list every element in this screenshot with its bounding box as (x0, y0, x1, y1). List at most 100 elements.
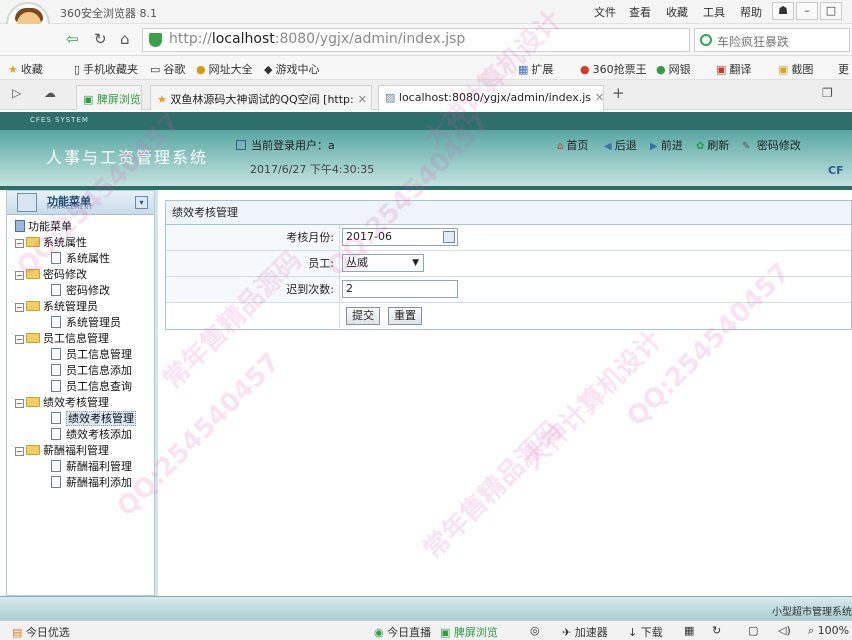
menu-help[interactable]: 帮助 (740, 4, 762, 20)
menu-tools[interactable]: 工具 (703, 4, 725, 20)
page-icon (51, 476, 61, 488)
tree-item-admin[interactable]: 系统管理员 (51, 315, 121, 331)
edit-icon: ✎ (742, 141, 751, 152)
status-today-picks[interactable]: ▤ 今日优选 (12, 624, 70, 640)
tab-localhost[interactable]: ▨ localhost:8080/ygjx/admin/index.js ✕ (378, 85, 604, 111)
folder-icon (26, 269, 40, 279)
status-split[interactable]: ▣ 脾屏浏览 (440, 624, 498, 640)
grid-icon[interactable]: ▦ (684, 624, 694, 637)
tree-item-salary-manage[interactable]: 薪酬福利管理 (51, 459, 132, 475)
tree-item-salary-add[interactable]: 薪酬福利添加 (51, 475, 132, 491)
sidebar-header: 功能菜单 MANAGEMENT ▾ (7, 191, 154, 215)
browser-titlebar: 360安全浏览器 8.1 文件 查看 收藏 工具 帮助 ☗ – □ (0, 0, 852, 24)
ticket-button[interactable]: ● 360抢票王 (580, 61, 647, 77)
tree-item-employee-manage[interactable]: 员工信息管理 (51, 347, 132, 363)
status-live[interactable]: ◉ 今日直播 (374, 624, 431, 640)
menu-logo-icon (17, 193, 37, 212)
current-user: 当前登录用户：a (236, 137, 335, 153)
form-row-buttons: 提交 重置 (166, 303, 851, 329)
window-icon[interactable]: ▢ (748, 624, 758, 637)
status-download[interactable]: ↓ 下载 (628, 624, 663, 640)
page-icon (51, 252, 61, 264)
late-count-input[interactable]: 2 (342, 280, 458, 298)
app-header: CFES SYSTEM 人事与工资管理系统 当前登录用户：a 2017/6/27… (0, 112, 852, 190)
restore-tabs-icon[interactable]: ❐ (822, 86, 833, 100)
nav-forward[interactable]: ▶ 前进 (650, 137, 683, 153)
tree-item-performance-add[interactable]: 绩效考核添加 (51, 427, 132, 443)
back-icon: ◀ (604, 141, 612, 152)
close-icon[interactable]: ✕ (358, 93, 367, 106)
menu-file[interactable]: 文件 (594, 4, 616, 20)
app-frame: CFES SYSTEM 人事与工资管理系统 当前登录用户：a 2017/6/27… (0, 112, 852, 620)
fav-games[interactable]: ◆ 游戏中心 (264, 61, 319, 77)
close-icon[interactable]: ✕ (595, 91, 603, 104)
tab-qq-zone[interactable]: ★ 双鱼林源码大神调试的QQ空间 [http: ✕ (150, 85, 372, 110)
page-icon (51, 380, 61, 392)
nav-refresh[interactable]: ✿ 刷新 (696, 137, 729, 153)
reset-button[interactable]: 重置 (388, 307, 422, 325)
globe-icon[interactable]: ◎ (530, 624, 540, 637)
calendar-icon[interactable] (443, 231, 455, 243)
tree-item-employee-query[interactable]: 员工信息查询 (51, 379, 132, 395)
back-arrow-icon[interactable]: ⇦ (66, 30, 79, 48)
folder-icon (26, 237, 40, 247)
fav-mobile[interactable]: ▯ 手机收藏夹 (74, 61, 138, 77)
more-button[interactable]: 更 (838, 61, 849, 77)
zoom-level[interactable]: ⌕ 100% (808, 624, 849, 638)
fav-sites[interactable]: ● 网址大全 (196, 61, 253, 77)
nav-home[interactable]: ⌂ 首页 (557, 137, 588, 153)
translate-button[interactable]: ▣ 翻译 (716, 61, 751, 77)
month-label: 考核月份: (166, 225, 340, 250)
refresh-icon[interactable]: ↻ (94, 30, 107, 48)
ext-button[interactable]: ▦ 扩展 (518, 61, 553, 77)
tree-group-admin[interactable]: − 系统管理员 (15, 299, 98, 315)
address-toolbar: ⇦ ↻ ⌂ http://localhost:8080/ygjx/admin/i… (0, 24, 852, 56)
form-row-employee: 员工: 丛威 ▼ (166, 251, 851, 277)
tree-item-employee-add[interactable]: 员工信息添加 (51, 363, 132, 379)
tree-item-password[interactable]: 密码修改 (51, 283, 110, 299)
search-input[interactable]: 车险疯狂暴跌 (694, 28, 850, 52)
browser-title: 360安全浏览器 8.1 (60, 7, 157, 20)
tree-group-employee[interactable]: − 员工信息管理 (15, 331, 109, 347)
tree-item-system-properties[interactable]: 系统属性 (51, 251, 110, 267)
fav-collect[interactable]: ★ 收藏 (8, 61, 43, 77)
menu-view[interactable]: 查看 (629, 4, 651, 20)
menu-favorites[interactable]: 收藏 (666, 4, 688, 20)
nav-back[interactable]: ◀ 后退 (604, 137, 637, 153)
nav-password[interactable]: ✎ 密码修改 (742, 137, 801, 153)
tree-item-performance-manage[interactable]: 绩效考核管理 (51, 411, 136, 427)
tab-split-view[interactable]: ▣ 脾屏浏览 (76, 85, 142, 110)
url-bar[interactable]: http://localhost:8080/ygjx/admin/index.j… (142, 28, 690, 52)
refresh-icon[interactable]: ↻ (712, 624, 721, 637)
tree-group-salary[interactable]: − 薪酬福利管理 (15, 443, 109, 459)
skin-button[interactable]: ☗ (772, 2, 794, 20)
submit-button[interactable]: 提交 (346, 307, 380, 325)
sidebar-toggle-icon[interactable]: ▷ (12, 86, 21, 100)
new-tab-icon[interactable]: + (612, 84, 625, 102)
cloud-icon[interactable]: ☁ (44, 86, 56, 100)
collapse-icon[interactable]: ▾ (135, 196, 148, 209)
bank-button[interactable]: ● 网银 (656, 61, 691, 77)
maximize-button[interactable]: □ (820, 2, 842, 20)
tree-group-performance[interactable]: − 绩效考核管理 (15, 395, 109, 411)
url-text[interactable]: http://localhost:8080/ygjx/admin/index.j… (169, 31, 465, 47)
status-accelerator[interactable]: ✈ 加速器 (562, 624, 608, 640)
tree-group-password[interactable]: − 密码修改 (15, 267, 87, 283)
screenshot-button[interactable]: ▣ 截图 (778, 61, 813, 77)
fav-google[interactable]: ▭ 谷歌 (150, 61, 185, 77)
home-icon[interactable]: ⌂ (120, 30, 130, 48)
employee-select[interactable]: 丛威 ▼ (342, 254, 424, 272)
page-icon (51, 316, 61, 328)
sound-icon[interactable]: ◁) (778, 624, 791, 637)
system-title: 人事与工资管理系统 (46, 148, 209, 167)
shield-icon (149, 33, 162, 47)
employee-label: 员工: (166, 251, 340, 276)
favorites-bar: ★ 收藏 ▯ 手机收藏夹 ▭ 谷歌 ● 网址大全 ◆ 游戏中心 ▦ 扩展 ● 360抢票王 ●… (0, 56, 852, 80)
folder-icon (26, 445, 40, 455)
tree-root[interactable]: 功能菜单 (15, 219, 72, 235)
tree-group-system-properties[interactable]: − 系统属性 (15, 235, 87, 251)
minimize-button[interactable]: – (796, 2, 818, 20)
menu-root-icon (15, 220, 25, 232)
collapse-icon: − (15, 447, 24, 456)
month-field[interactable]: 2017-06 (342, 228, 458, 246)
